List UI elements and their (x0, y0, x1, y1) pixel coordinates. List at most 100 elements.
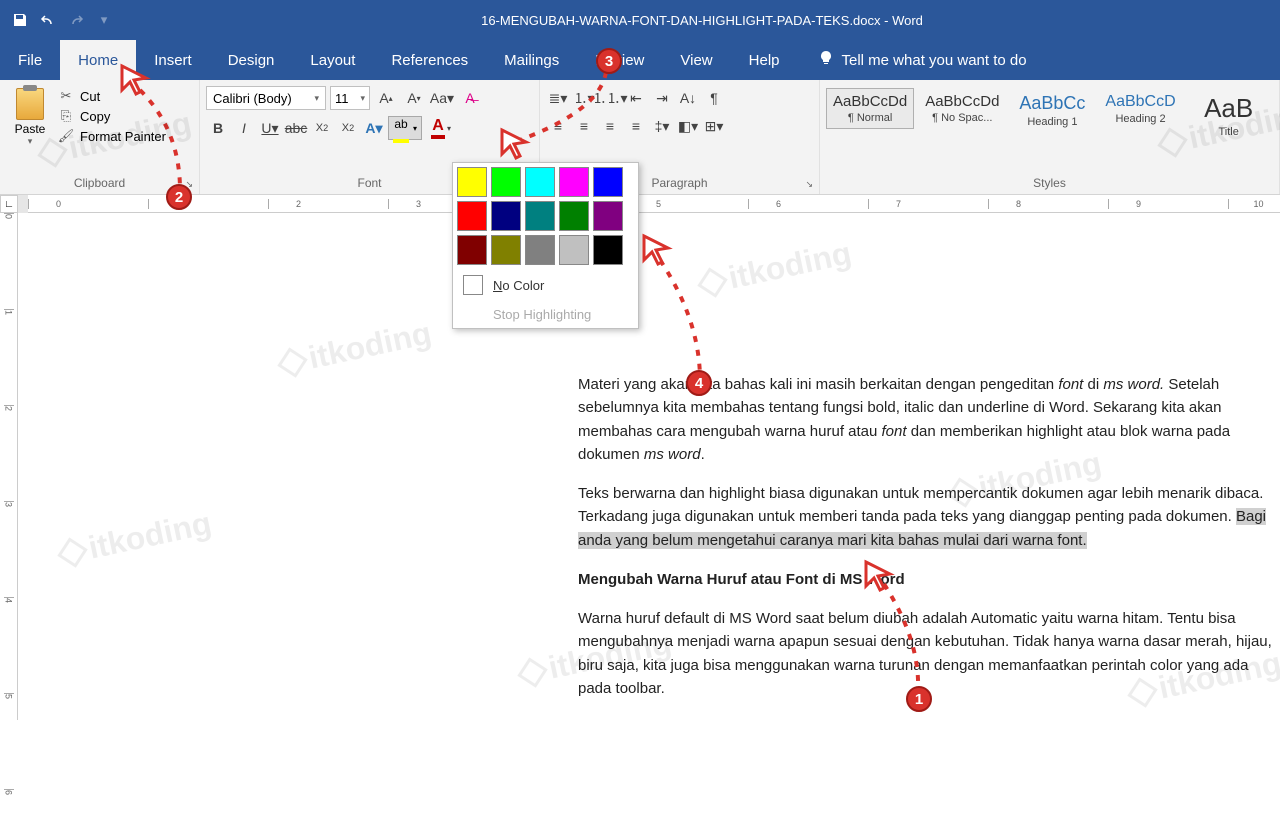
chevron-down-icon: ▾ (314, 93, 319, 104)
bold-button[interactable]: B (206, 116, 230, 140)
sort-button[interactable]: A↓ (676, 86, 700, 110)
line-spacing-button[interactable]: ‡▾ (650, 114, 674, 138)
ribbon-tabs: File Home Insert Design Layout Reference… (0, 40, 1280, 80)
no-color-option[interactable]: No Color (453, 269, 638, 301)
highlight-swatch[interactable] (593, 201, 623, 231)
highlighter-icon: ab (394, 117, 407, 131)
redo-icon[interactable] (64, 8, 88, 32)
underline-button[interactable]: U▾ (258, 116, 282, 140)
multilevel-button[interactable]: ⒈⒈▾ (598, 86, 622, 110)
highlight-swatch[interactable] (559, 167, 589, 197)
strikethrough-button[interactable]: abc (284, 116, 308, 140)
borders-button[interactable]: ⊞▾ (702, 114, 726, 138)
annotation-marker-1: 1 (906, 686, 932, 712)
tab-layout[interactable]: Layout (292, 40, 373, 80)
highlight-swatch[interactable] (559, 235, 589, 265)
window-title: 16-MENGUBAH-WARNA-FONT-DAN-HIGHLIGHT-PAD… (124, 13, 1280, 28)
style-heading-1[interactable]: AaBbCcHeading 1 (1010, 88, 1094, 133)
tab-file[interactable]: File (0, 40, 60, 80)
group-paragraph-label: Paragraph (651, 176, 707, 190)
font-size-combo[interactable]: 11▾ (330, 86, 370, 110)
highlight-swatch-grid (453, 163, 639, 269)
vertical-ruler[interactable]: 0123456 (0, 213, 18, 720)
text-effects-button[interactable]: A▾ (362, 116, 386, 140)
highlight-swatch[interactable] (525, 167, 555, 197)
paste-label: Paste (15, 122, 46, 136)
document-area: ∟ 01234567891011121314 0123456 Materi ya… (0, 195, 1280, 720)
highlight-swatch[interactable] (559, 201, 589, 231)
doc-paragraph-1: Materi yang akan kita bahas kali ini mas… (578, 373, 1280, 466)
style-normal[interactable]: AaBbCcDd¶ Normal (826, 88, 914, 129)
tell-me-label: Tell me what you want to do (842, 52, 1027, 69)
superscript-button[interactable]: X2 (336, 116, 360, 140)
align-right-button[interactable]: ≡ (598, 114, 622, 138)
clear-formatting-button[interactable]: A̶ (458, 86, 482, 110)
highlight-swatch[interactable] (457, 201, 487, 231)
scissors-icon: ✂ (58, 88, 74, 104)
grow-font-button[interactable]: A▴ (374, 86, 398, 110)
annotation-cursor-icon (118, 62, 152, 96)
group-clipboard: Paste ▾ ✂Cut ⎘Copy 🖌Format Painter Clipb… (0, 80, 200, 194)
highlight-swatch[interactable] (491, 235, 521, 265)
format-painter-button[interactable]: 🖌Format Painter (58, 128, 166, 144)
copy-icon: ⎘ (58, 108, 74, 124)
chevron-down-icon: ▾ (360, 93, 365, 104)
highlight-button[interactable]: ab ▾ (388, 116, 422, 140)
italic-button[interactable]: I (232, 116, 256, 140)
annotation-cursor-icon (862, 558, 896, 592)
shading-button[interactable]: ◧▾ (676, 114, 700, 138)
doc-paragraph-2: Teks berwarna dan highlight biasa diguna… (578, 482, 1280, 552)
tell-me[interactable]: Tell me what you want to do (818, 40, 1027, 80)
undo-icon[interactable] (36, 8, 60, 32)
justify-button[interactable]: ≡ (624, 114, 648, 138)
stop-highlighting-option[interactable]: Stop Highlighting (453, 301, 638, 328)
highlight-swatch[interactable] (457, 235, 487, 265)
highlight-color-dropdown: No Color Stop Highlighting (452, 162, 639, 329)
highlight-swatch[interactable] (457, 167, 487, 197)
align-left-button[interactable]: ≡ (546, 114, 570, 138)
highlight-swatch[interactable] (525, 201, 555, 231)
paragraph-launcher-icon[interactable]: ↘ (805, 179, 813, 190)
tab-selector[interactable]: ∟ (0, 195, 18, 213)
qat-customize-icon[interactable]: ▾ (92, 8, 116, 32)
align-center-button[interactable]: ≡ (572, 114, 596, 138)
highlight-swatch[interactable] (593, 235, 623, 265)
annotation-marker-2: 2 (166, 184, 192, 210)
style-no-spacing[interactable]: AaBbCcDd¶ No Spac... (918, 88, 1006, 129)
show-marks-button[interactable]: ¶ (702, 86, 726, 110)
horizontal-ruler[interactable]: 01234567891011121314 (28, 195, 1280, 213)
copy-button[interactable]: ⎘Copy (58, 108, 166, 124)
paste-icon (16, 88, 44, 120)
highlight-swatch[interactable] (525, 235, 555, 265)
group-styles: AaBbCcDd¶ Normal AaBbCcDd¶ No Spac... Aa… (820, 80, 1280, 194)
decrease-indent-button[interactable]: ⇤ (624, 86, 648, 110)
subscript-button[interactable]: X2 (310, 116, 334, 140)
font-color-icon: A (432, 117, 444, 135)
annotation-cursor-icon (640, 232, 674, 266)
annotation-cursor-icon (498, 126, 532, 160)
tab-references[interactable]: References (373, 40, 486, 80)
annotation-marker-4: 4 (686, 370, 712, 396)
change-case-button[interactable]: Aa▾ (430, 86, 454, 110)
highlight-swatch[interactable] (593, 167, 623, 197)
style-heading-2[interactable]: AaBbCcDHeading 2 (1098, 88, 1182, 130)
tab-view[interactable]: View (662, 40, 730, 80)
font-color-button[interactable]: A ▾ (424, 116, 458, 140)
shrink-font-button[interactable]: A▾ (402, 86, 426, 110)
document-page[interactable]: Materi yang akan kita bahas kali ini mas… (18, 213, 1280, 720)
no-color-swatch-icon (463, 275, 483, 295)
save-icon[interactable] (8, 8, 32, 32)
tab-help[interactable]: Help (731, 40, 798, 80)
brush-icon: 🖌 (58, 128, 74, 144)
increase-indent-button[interactable]: ⇥ (650, 86, 674, 110)
highlight-swatch[interactable] (491, 201, 521, 231)
style-title[interactable]: AaBTitle (1187, 88, 1271, 143)
bullets-button[interactable]: ≣▾ (546, 86, 570, 110)
tab-design[interactable]: Design (210, 40, 293, 80)
highlight-swatch[interactable] (491, 167, 521, 197)
annotation-marker-3: 3 (596, 48, 622, 74)
doc-heading: Mengubah Warna Huruf atau Font di MS Wor… (578, 568, 1280, 591)
paste-button[interactable]: Paste ▾ (6, 84, 54, 147)
tab-mailings[interactable]: Mailings (486, 40, 577, 80)
font-name-combo[interactable]: Calibri (Body)▾ (206, 86, 326, 110)
